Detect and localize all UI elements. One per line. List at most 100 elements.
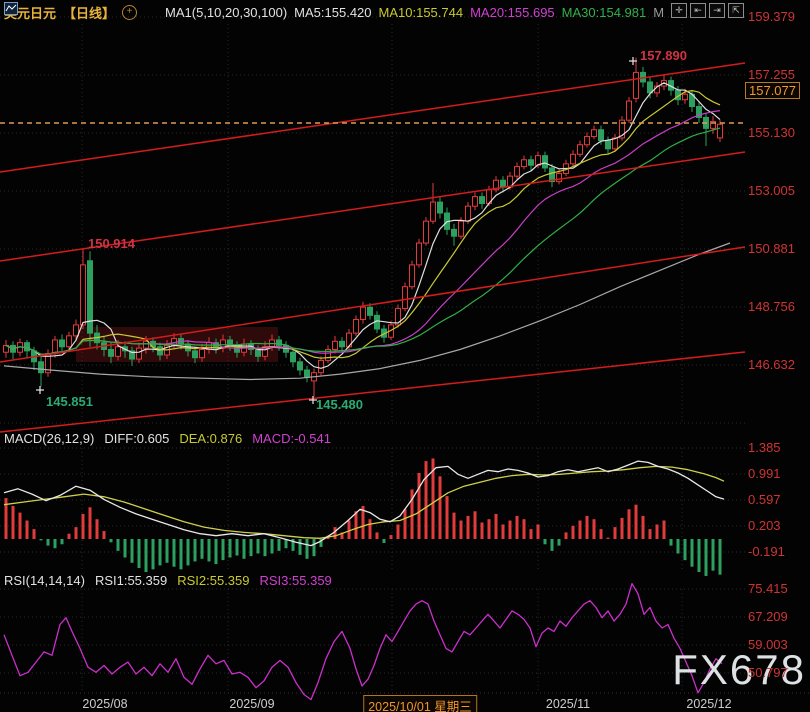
time-axis-label: 2025/11: [545, 697, 591, 711]
rsi-axis-label: 67.209: [748, 609, 788, 624]
time-axis-label: 2025/08: [82, 697, 128, 711]
price-axis-label: 153.005: [748, 183, 795, 198]
candle-body: [367, 306, 373, 316]
macd-axis-label: -0.191: [748, 544, 785, 559]
candle-body: [514, 166, 520, 177]
candle-body: [297, 361, 303, 371]
candle-body: [255, 349, 261, 357]
price-axis-label: 159.379: [748, 9, 795, 24]
chart-canvas: [0, 16, 810, 701]
candle-body: [542, 155, 548, 169]
candle-body: [430, 201, 436, 222]
candle-body: [458, 220, 464, 237]
candle-body: [423, 220, 429, 244]
candle-body: [38, 361, 44, 374]
trendline: [0, 246, 746, 363]
price-axis-label: 157.255: [748, 67, 795, 82]
rsi1-value: RSI1:55.359: [94, 573, 168, 588]
period-selector[interactable]: 【日线】: [63, 3, 115, 22]
candle-body: [584, 136, 590, 146]
ma5-line: [5, 82, 721, 369]
price-annotation: 150.914: [88, 236, 135, 251]
candle-body: [682, 93, 688, 101]
candle-body: [108, 349, 114, 357]
trendline: [0, 62, 746, 173]
candle-body: [598, 129, 604, 142]
scale-left-icon[interactable]: ⇤: [690, 3, 706, 18]
price-annotation: 157.890: [640, 48, 687, 63]
expand-panel-icon[interactable]: ⇱: [728, 3, 744, 18]
candle-body: [402, 286, 408, 310]
macd-axis-label: 0.203: [748, 518, 781, 533]
ma-settings-label: MA1(5,10,20,30,100): [165, 4, 288, 20]
current-price-badge: 157.077: [745, 82, 800, 99]
ma5-value: MA5:155.420: [294, 4, 372, 20]
macd-dea-value: DEA:0.876: [179, 431, 243, 446]
time-axis-highlight: 2025/10/01 星期三: [363, 695, 477, 712]
rsi2-value: RSI2:55.359: [177, 573, 250, 588]
candle-body: [409, 264, 415, 288]
move-crosshair-icon[interactable]: ✛: [671, 3, 687, 18]
rsi-axis-label: 75.415: [748, 581, 788, 596]
chart-toolbar: ✛ ⇤ ⇥ ⇱: [671, 3, 744, 18]
add-indicator-icon[interactable]: +: [122, 4, 138, 20]
trendline: [0, 351, 746, 433]
candle-body: [472, 196, 478, 207]
candle-body: [626, 100, 632, 121]
macd-header: MACD(26,12,9) DIFF:0.605 DEA:0.876 MACD:…: [4, 431, 331, 446]
candle-body: [437, 201, 443, 214]
more-indicator-label[interactable]: M: [653, 5, 664, 20]
candle-body: [115, 346, 121, 357]
price-axis-label: 150.881: [748, 241, 795, 256]
rsi3-value: RSI3:55.359: [259, 573, 332, 588]
price-axis-label: 155.130: [748, 125, 795, 140]
candle-body: [500, 179, 506, 188]
candle-body: [304, 369, 310, 378]
candle-body: [360, 306, 366, 320]
candle-body: [633, 71, 639, 99]
chart-type-icon[interactable]: [4, 2, 158, 19]
rsi-title[interactable]: RSI(14,14,14): [4, 573, 85, 588]
candle-body: [577, 144, 583, 155]
candle-body: [556, 172, 562, 183]
ma10-value: MA10:155.744: [378, 4, 464, 20]
price-axis-label: 146.632: [748, 357, 795, 372]
macd-axis-label: 0.991: [748, 466, 781, 481]
ma30-value: MA30:154.981: [561, 4, 647, 20]
candle-body: [479, 196, 485, 204]
candle-body: [528, 159, 534, 166]
rsi-axis-label: 59.003: [748, 637, 788, 652]
candle-body: [570, 153, 576, 165]
candle-body: [66, 335, 72, 348]
candle-body: [521, 159, 527, 168]
candle-body: [143, 340, 149, 349]
candle-body: [451, 228, 457, 237]
candle-body: [717, 123, 723, 139]
chart-header: 美元日元 【日线】 + MA1(5,10,20,30,100) MA5:155.…: [4, 2, 664, 22]
time-axis-label: 2025/09: [229, 697, 275, 711]
macd-axis-label: 1.385: [748, 440, 781, 455]
candle-body: [416, 242, 422, 266]
candle-body: [87, 260, 93, 334]
scale-right-icon[interactable]: ⇥: [709, 3, 725, 18]
macd-value: MACD:-0.541: [252, 431, 331, 446]
macd-title[interactable]: MACD(26,12,9): [4, 431, 94, 446]
candle-body: [136, 347, 142, 360]
rsi-line: [3, 582, 723, 701]
candle-body: [24, 342, 30, 352]
price-annotation: 145.851: [46, 394, 93, 409]
candle-body: [465, 205, 471, 222]
candle-body: [353, 318, 359, 334]
candle-body: [332, 340, 338, 351]
candle-body: [290, 351, 296, 363]
candle-body: [157, 346, 163, 356]
candle-body: [339, 340, 345, 348]
rsi-header: RSI(14,14,14) RSI1:55.359 RSI2:55.359 RS…: [4, 573, 332, 588]
candle-body: [605, 140, 611, 150]
macd-axis-label: 0.597: [748, 492, 781, 507]
candle-body: [318, 359, 324, 374]
chart-application: 美元日元 【日线】 + MA1(5,10,20,30,100) MA5:155.…: [0, 0, 810, 712]
candle-body: [59, 339, 65, 348]
candle-body: [80, 264, 86, 326]
rsi-axis-label: 50.797: [748, 665, 788, 680]
